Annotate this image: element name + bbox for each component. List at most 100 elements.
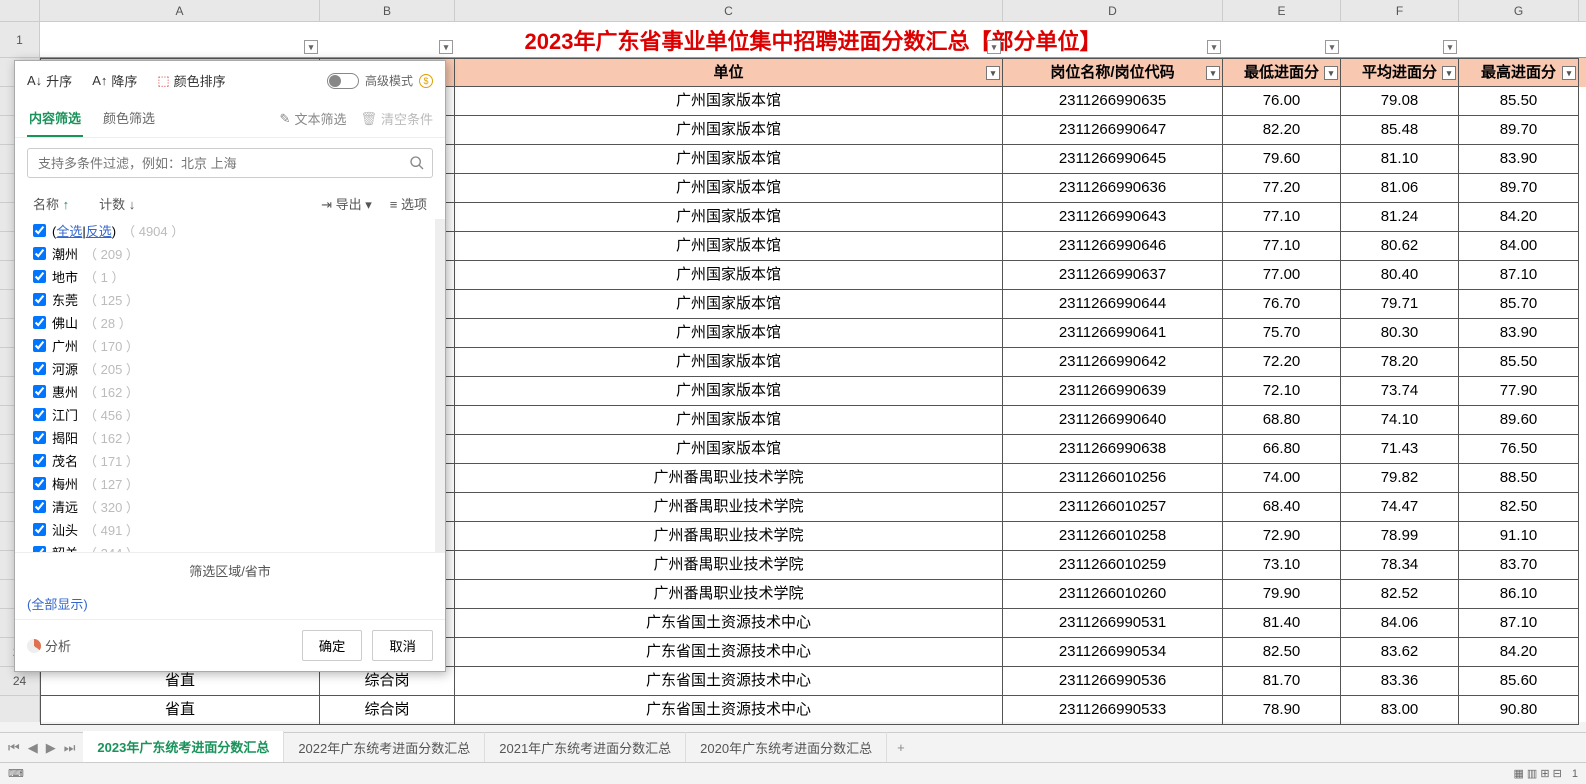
- cell-unit[interactable]: 广州国家版本馆: [455, 203, 1003, 232]
- tab-color-filter[interactable]: 颜色筛选: [101, 100, 157, 137]
- cell-max[interactable]: 77.90: [1459, 377, 1579, 406]
- sort-desc-button[interactable]: A↑降序: [92, 71, 137, 90]
- cell-avg[interactable]: 85.48: [1341, 116, 1459, 145]
- cell-min[interactable]: 77.10: [1223, 203, 1341, 232]
- options-button[interactable]: ≡ 选项: [390, 194, 427, 213]
- row-header-1[interactable]: 1: [0, 22, 39, 58]
- filter-icon[interactable]: ▾: [1206, 66, 1220, 80]
- cell-avg[interactable]: 81.10: [1341, 145, 1459, 174]
- cell-min[interactable]: 79.90: [1223, 580, 1341, 609]
- cell-avg[interactable]: 82.52: [1341, 580, 1459, 609]
- cell-unit[interactable]: 广州番禺职业技术学院: [455, 580, 1003, 609]
- filter-icon[interactable]: ▾: [1442, 66, 1456, 80]
- cell-unit[interactable]: 广东省国土资源技术中心: [455, 638, 1003, 667]
- cell-min[interactable]: 82.50: [1223, 638, 1341, 667]
- filter-item-checkbox[interactable]: [33, 316, 46, 329]
- analyze-button[interactable]: 分析: [27, 636, 71, 655]
- filter-dropdown-d[interactable]: ▾: [1207, 40, 1221, 54]
- filter-item[interactable]: 地市（ 1 ）: [33, 265, 425, 288]
- view-icons[interactable]: ▦ ▥ ⊞ ⊟: [1513, 767, 1561, 780]
- filter-item[interactable]: 东莞（ 125 ）: [33, 288, 425, 311]
- cell-avg[interactable]: 84.06: [1341, 609, 1459, 638]
- filter-item[interactable]: 茂名（ 171 ）: [33, 449, 425, 472]
- advanced-toggle[interactable]: [327, 73, 359, 89]
- select-all-link[interactable]: 全选: [56, 224, 82, 239]
- filter-item-checkbox[interactable]: [33, 247, 46, 260]
- prev-sheet-button[interactable]: ◀: [26, 740, 40, 756]
- invert-link[interactable]: 反选: [86, 224, 112, 239]
- cell-code[interactable]: 2311266990635: [1003, 87, 1223, 116]
- cell-min[interactable]: 75.70: [1223, 319, 1341, 348]
- cell-max[interactable]: 85.50: [1459, 87, 1579, 116]
- filter-item-checkbox[interactable]: [33, 500, 46, 513]
- cell-unit[interactable]: 广东省国土资源技术中心: [455, 696, 1003, 725]
- filter-item-checkbox[interactable]: [33, 270, 46, 283]
- col-header-e[interactable]: E: [1223, 0, 1341, 21]
- cell-min[interactable]: 72.90: [1223, 522, 1341, 551]
- cell-code[interactable]: 2311266010260: [1003, 580, 1223, 609]
- cell-max[interactable]: 89.60: [1459, 406, 1579, 435]
- filter-item[interactable]: 潮州（ 209 ）: [33, 242, 425, 265]
- cell-max[interactable]: 84.20: [1459, 203, 1579, 232]
- cell-min[interactable]: 73.10: [1223, 551, 1341, 580]
- last-sheet-button[interactable]: ⏭: [62, 740, 78, 756]
- cell-code[interactable]: 2311266990637: [1003, 261, 1223, 290]
- cell-min[interactable]: 81.40: [1223, 609, 1341, 638]
- filter-icon[interactable]: ▾: [1562, 66, 1576, 80]
- filter-item-checkbox[interactable]: [33, 431, 46, 444]
- ok-button[interactable]: 确定: [302, 630, 363, 661]
- filter-item[interactable]: 广州（ 170 ）: [33, 334, 425, 357]
- filter-item-checkbox[interactable]: [33, 477, 46, 490]
- sheet-tab-2023[interactable]: 2023年广东统考进面分数汇总: [83, 731, 284, 764]
- cell-max[interactable]: 86.10: [1459, 580, 1579, 609]
- list-col-count[interactable]: 计数 ↓: [99, 194, 135, 213]
- show-all-link[interactable]: (全部显示): [15, 588, 445, 619]
- cell-b[interactable]: 综合岗: [320, 696, 455, 725]
- cell-code[interactable]: 2311266990644: [1003, 290, 1223, 319]
- cell-code[interactable]: 2311266990639: [1003, 377, 1223, 406]
- cell-code[interactable]: 2311266010258: [1003, 522, 1223, 551]
- filter-dropdown-a[interactable]: ▾: [304, 40, 318, 54]
- cell-min[interactable]: 78.90: [1223, 696, 1341, 725]
- sort-asc-button[interactable]: A↓升序: [27, 71, 72, 90]
- filter-item[interactable]: 江门（ 456 ）: [33, 403, 425, 426]
- cell-unit[interactable]: 广州国家版本馆: [455, 261, 1003, 290]
- cell-code[interactable]: 2311266990641: [1003, 319, 1223, 348]
- cell-avg[interactable]: 73.74: [1341, 377, 1459, 406]
- cell-max[interactable]: 89.70: [1459, 116, 1579, 145]
- cell-avg[interactable]: 78.34: [1341, 551, 1459, 580]
- cell-max[interactable]: 89.70: [1459, 174, 1579, 203]
- filter-item[interactable]: 韶关（ 244 ）: [33, 541, 425, 552]
- select-all-corner[interactable]: [0, 0, 40, 21]
- filter-icon[interactable]: ▾: [986, 66, 1000, 80]
- select-all-item[interactable]: (全选|反选) （ 4904 ）: [33, 219, 425, 242]
- cell-code[interactable]: 2311266990536: [1003, 667, 1223, 696]
- cell-unit[interactable]: 广州国家版本馆: [455, 116, 1003, 145]
- sheet-tab-2022[interactable]: 2022年广东统考进面分数汇总: [284, 732, 485, 763]
- cell-unit[interactable]: 广东省国土资源技术中心: [455, 609, 1003, 638]
- cell-unit[interactable]: 广州国家版本馆: [455, 435, 1003, 464]
- cell-code[interactable]: 2311266010256: [1003, 464, 1223, 493]
- clear-conditions-button[interactable]: 🗑清空条件: [360, 109, 433, 128]
- cell-min[interactable]: 66.80: [1223, 435, 1341, 464]
- filter-dropdown-f[interactable]: ▾: [1443, 40, 1457, 54]
- col-header-c[interactable]: C: [455, 0, 1003, 21]
- cell-max[interactable]: 91.10: [1459, 522, 1579, 551]
- filter-item-checkbox[interactable]: [33, 454, 46, 467]
- add-sheet-button[interactable]: +: [887, 740, 915, 755]
- text-filter-button[interactable]: ✎文本筛选: [280, 109, 347, 128]
- cell-unit[interactable]: 广州国家版本馆: [455, 232, 1003, 261]
- cell-code[interactable]: 2311266010257: [1003, 493, 1223, 522]
- sheet-tab-2020[interactable]: 2020年广东统考进面分数汇总: [686, 732, 887, 763]
- cell-min[interactable]: 76.00: [1223, 87, 1341, 116]
- cell-avg[interactable]: 74.10: [1341, 406, 1459, 435]
- cell-min[interactable]: 82.20: [1223, 116, 1341, 145]
- cell-min[interactable]: 77.00: [1223, 261, 1341, 290]
- cell-code[interactable]: 2311266990647: [1003, 116, 1223, 145]
- tab-content-filter[interactable]: 内容筛选: [27, 100, 83, 137]
- filter-item-checkbox[interactable]: [33, 385, 46, 398]
- cell-avg[interactable]: 80.30: [1341, 319, 1459, 348]
- cell-max[interactable]: 83.90: [1459, 319, 1579, 348]
- first-sheet-button[interactable]: ⏮: [6, 740, 22, 756]
- cell-avg[interactable]: 81.24: [1341, 203, 1459, 232]
